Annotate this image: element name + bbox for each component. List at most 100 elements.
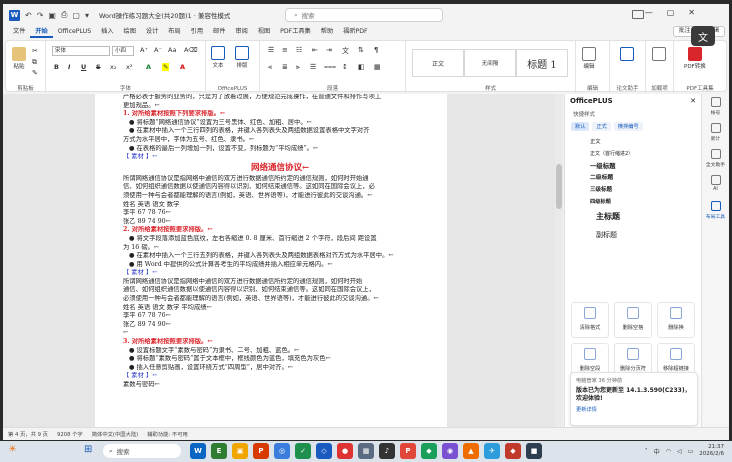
rail-item[interactable]: 布局工具 [702, 198, 729, 224]
new-doc-icon[interactable]: ▢ [72, 11, 80, 20]
taskbar-app-icon[interactable]: ▲ [463, 443, 479, 459]
borders-icon[interactable]: ▦ [374, 63, 381, 71]
style-normal[interactable]: 正文 [412, 49, 464, 77]
taskbar-app-icon[interactable]: ■ [526, 443, 542, 459]
align-right-icon[interactable]: ⫸ [296, 63, 300, 72]
input-language[interactable]: 中 [654, 447, 660, 456]
shading-icon[interactable]: ◧ [358, 63, 365, 71]
pane-tab-numbering[interactable]: 横排编号 [613, 122, 643, 131]
italic-button[interactable]: I [68, 63, 70, 71]
scrollbar-thumb[interactable] [556, 164, 562, 209]
highlight-icon[interactable]: ✎ [162, 63, 170, 71]
change-case-icon[interactable]: Aa [168, 46, 176, 54]
update-notification[interactable]: 电脑管家 36 分钟前 版本已为您更新至 14.1.3.590(C233)，欢迎… [570, 372, 698, 426]
ribbon-tab[interactable]: 引用 [186, 26, 208, 38]
volume-icon[interactable]: ◁ [677, 448, 682, 455]
paste-button[interactable]: 粘贴 [12, 47, 26, 70]
ribbon-tab[interactable]: PDF工具集 [275, 26, 316, 38]
print-icon[interactable]: ⎙ [61, 10, 67, 20]
notif-action[interactable]: 更新详情 [576, 406, 692, 413]
ribbon-tab[interactable]: 设计 [141, 26, 163, 38]
quick-style-item[interactable]: 主标题 [590, 208, 701, 226]
clock[interactable]: 21:37 2026/2/6 [699, 444, 724, 458]
taskbar-app-icon[interactable]: ◉ [442, 443, 458, 459]
subscript-button[interactable]: x₂ [110, 63, 116, 71]
text-effects-icon[interactable]: A [146, 63, 151, 71]
close-button[interactable]: ✕ [688, 8, 695, 17]
line-spacing-icon[interactable]: ↕ [342, 63, 348, 71]
align-center-icon[interactable]: ≣ [282, 63, 288, 71]
quick-style-item[interactable]: 副标题 [590, 226, 701, 244]
tool-tile[interactable]: 删除空格 [614, 302, 652, 338]
taskbar-app-icon[interactable]: ▣ [232, 443, 248, 459]
font-name-select[interactable]: 宋体 [52, 46, 110, 56]
pane-tab-default[interactable]: 默认 [571, 122, 590, 131]
distributed-icon[interactable]: ⩶ [324, 63, 336, 72]
accessibility-status[interactable]: 辅助功能: 不可用 [147, 430, 188, 438]
taskbar-app-icon[interactable]: P [400, 443, 416, 459]
ribbon-tab[interactable]: 开始 [30, 26, 53, 38]
taskbar-app-icon[interactable]: ◆ [421, 443, 437, 459]
sort-icon[interactable]: ⇅ [358, 46, 364, 54]
translate-overlay-icon[interactable]: 文 [691, 26, 715, 46]
quick-style-item[interactable]: 正文 [590, 136, 701, 148]
rail-item[interactable]: 帐号 [702, 94, 729, 120]
pane-close-icon[interactable]: ✕ [690, 97, 696, 105]
save-icon[interactable]: ▣ [48, 11, 56, 20]
copy-icon[interactable]: ⧉ [32, 58, 37, 67]
ribbon-tab[interactable]: 文件 [8, 26, 30, 38]
style-no-spacing[interactable]: 无间隔 [464, 49, 516, 77]
language[interactable]: 简体中文(中国大陆) [92, 430, 139, 438]
show-marks-icon[interactable]: ¶ [374, 46, 378, 54]
taskbar-app-icon[interactable]: ● [337, 443, 353, 459]
ribbon-tab[interactable]: 帮助 [316, 26, 338, 38]
quick-style-item[interactable]: 四级标题 [590, 196, 701, 208]
rail-item[interactable]: AI [702, 172, 729, 198]
edit-button[interactable]: 编辑 [582, 47, 596, 70]
taskbar-search[interactable]: ⌕ 搜索 [103, 444, 181, 458]
ribbon-tab[interactable]: 布局 [163, 26, 185, 38]
bullets-icon[interactable]: ☰ [268, 46, 274, 54]
taskbar-app-icon[interactable]: ✓ [295, 443, 311, 459]
tool-tile[interactable]: 清除格式 [571, 302, 609, 338]
pdf-convert-button[interactable]: PDF转换 [684, 47, 706, 70]
title-search-box[interactable]: ⌕ 搜索 [285, 8, 443, 22]
ribbon-tab[interactable]: 邮件 [208, 26, 230, 38]
rail-item[interactable]: 全文助手 [702, 146, 729, 172]
paper-assistant-button[interactable] [620, 47, 634, 62]
ribbon-tab[interactable]: 审阅 [230, 26, 252, 38]
multilevel-list-icon[interactable]: ☷ [296, 46, 302, 54]
taskbar-app-icon[interactable]: ▦ [358, 443, 374, 459]
taskbar-app-icon[interactable]: E [211, 443, 227, 459]
numbering-icon[interactable]: ≡ [282, 46, 288, 54]
word-count[interactable]: 9208 个字 [57, 430, 83, 438]
wifi-icon[interactable]: ◠ [666, 448, 671, 455]
quick-style-item[interactable]: 三级标题 [590, 184, 701, 196]
battery-icon[interactable]: ▭ [688, 448, 694, 455]
page-count[interactable]: 第 4 页，共 9 页 [8, 430, 48, 438]
undo-icon[interactable]: ↶ [25, 11, 32, 20]
bold-button[interactable]: B [54, 63, 59, 71]
tray-chevron-icon[interactable]: ˄ [645, 448, 648, 455]
cut-icon[interactable]: ✂ [32, 47, 38, 55]
ribbon-tab[interactable]: 福昕PDF [338, 26, 372, 38]
taskbar-app-icon[interactable]: ◆ [505, 443, 521, 459]
weather-icon[interactable]: ☀ [8, 444, 17, 455]
document-page[interactable]: 产格必表于服务的业务的，只是为了放着过展，方便规范完成操作，在普通文件和排作写项… [95, 94, 447, 427]
ribbon-tab[interactable]: 绘图 [119, 26, 141, 38]
style-heading-1[interactable]: 标题 1 [516, 49, 568, 77]
ribbon-tab[interactable]: 插入 [96, 26, 118, 38]
customize-qat-icon[interactable]: ▾ [85, 11, 89, 20]
format-painter-icon[interactable]: ✎ [32, 69, 38, 77]
vertical-scrollbar[interactable] [555, 94, 563, 427]
strikethrough-button[interactable]: S [96, 63, 101, 71]
shrink-font-icon[interactable]: A⁻ [154, 46, 162, 54]
quick-style-item[interactable]: 二级标题 [590, 172, 701, 184]
taskbar-app-icon[interactable]: ♪ [379, 443, 395, 459]
officeplus-layout-button[interactable]: 排版 [235, 46, 249, 69]
font-size-select[interactable]: 小四 [112, 46, 134, 56]
taskbar-app-icon[interactable]: ◎ [274, 443, 290, 459]
font-color-button[interactable]: A [180, 63, 185, 71]
maximize-button[interactable]: ▢ [667, 8, 675, 17]
rail-item[interactable]: 新计 [702, 120, 729, 146]
